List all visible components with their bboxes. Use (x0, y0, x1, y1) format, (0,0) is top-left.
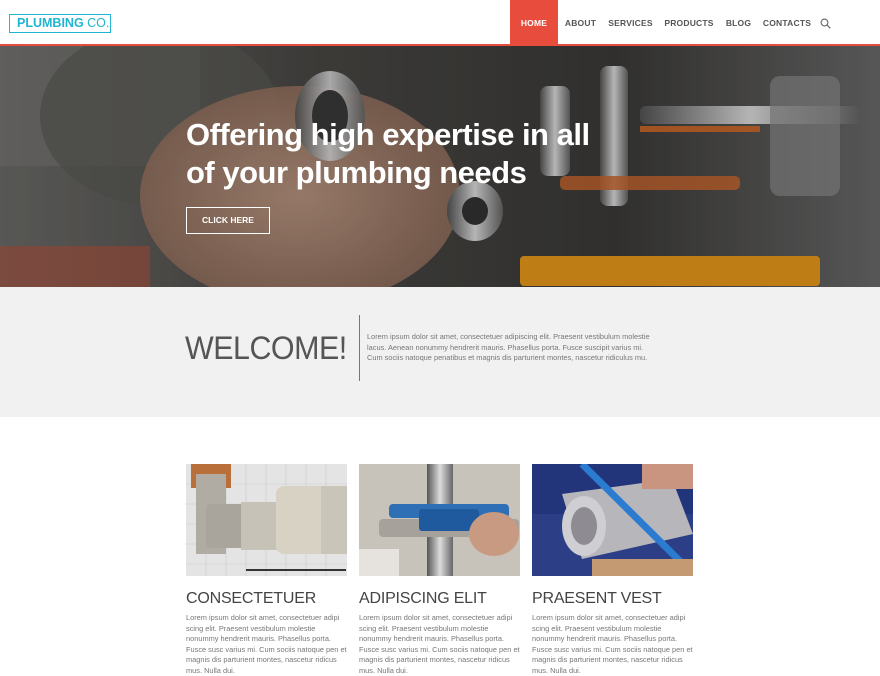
logo-bold-text: PLUMBING (17, 16, 84, 30)
site-logo[interactable]: PLUMBING CO. (9, 14, 111, 33)
nav-about[interactable]: ABOUT (558, 0, 603, 46)
service-card-1: CONSECTETUER Lorem ipsum dolor sit amet,… (186, 464, 347, 676)
nav-contacts[interactable]: CONTACTS (757, 0, 817, 46)
service-card-2: ADIPISCING ELIT Lorem ipsum dolor sit am… (359, 464, 520, 676)
card-text: Lorem ipsum dolor sit amet, consectetuer… (532, 613, 693, 675)
nav-products[interactable]: PRODUCTS (658, 0, 720, 46)
card-image-wrench[interactable] (359, 464, 520, 576)
search-icon[interactable] (820, 18, 831, 29)
card-title: PRAESENT VEST (532, 590, 662, 607)
welcome-title: WELCOME! (185, 330, 347, 366)
main-nav: HOME ABOUT SERVICES PRODUCTS BLOG CONTAC… (510, 0, 817, 46)
hero-title: Offering high expertise in all of your p… (186, 116, 626, 192)
site-header: PLUMBING CO. HOME ABOUT SERVICES PRODUCT… (0, 0, 880, 46)
welcome-text: Lorem ipsum dolor sit amet, consectetuer… (367, 332, 650, 362)
card-text: Lorem ipsum dolor sit amet, consectetuer… (186, 613, 347, 675)
card-image-pipe-saw[interactable] (532, 464, 693, 576)
welcome-divider (359, 315, 360, 381)
hero-cta-button[interactable]: CLICK HERE (186, 207, 270, 234)
hero-banner: Offering high expertise in all of your p… (0, 46, 880, 287)
welcome-section: WELCOME! Lorem ipsum dolor sit amet, con… (0, 287, 880, 417)
card-image-valve[interactable] (186, 464, 347, 576)
nav-home[interactable]: HOME (510, 0, 558, 46)
nav-services[interactable]: SERVICES (603, 0, 658, 46)
hero-title-line-1: Offering high expertise in all (186, 117, 590, 152)
nav-blog[interactable]: BLOG (720, 0, 757, 46)
hero-title-line-2: of your plumbing needs (186, 155, 527, 190)
card-title: ADIPISCING ELIT (359, 590, 487, 607)
logo-light-text: CO. (83, 16, 110, 30)
service-card-3: PRAESENT VEST Lorem ipsum dolor sit amet… (532, 464, 693, 676)
card-text: Lorem ipsum dolor sit amet, consectetuer… (359, 613, 520, 675)
card-title: CONSECTETUER (186, 590, 317, 607)
